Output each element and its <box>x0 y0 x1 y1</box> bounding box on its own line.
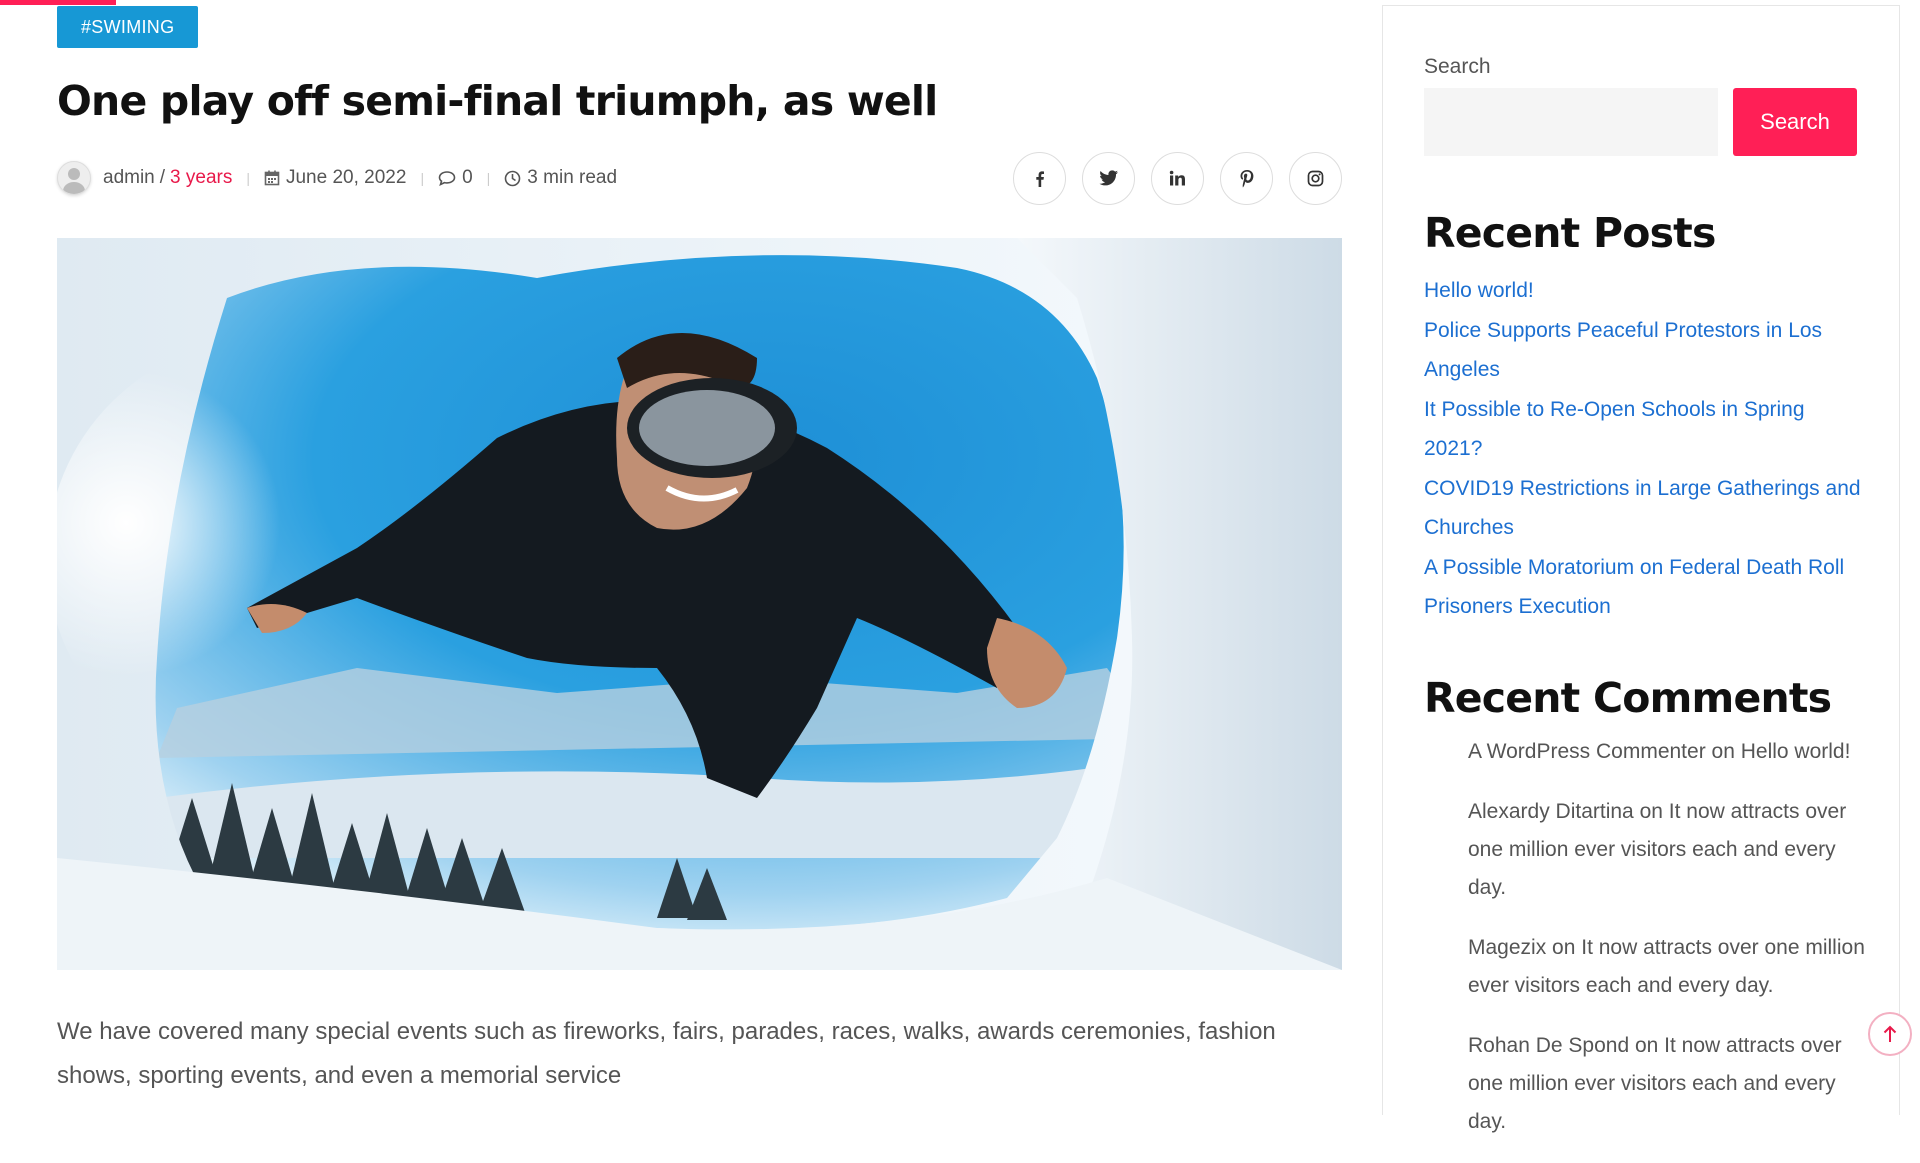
linkedin-share-button[interactable] <box>1151 152 1204 205</box>
comment-on: on <box>1634 1034 1659 1057</box>
recent-comment-item: A WordPress Commenter on Hello world! <box>1468 733 1868 771</box>
recent-comments-title: Recent Comments <box>1424 674 1832 722</box>
author-avatar[interactable] <box>57 161 91 195</box>
facebook-icon <box>1035 170 1044 187</box>
recent-post-link[interactable]: A Possible Moratorium on Federal Death R… <box>1424 556 1844 619</box>
article-title: One play off semi-final triumph, as well <box>57 77 938 125</box>
post-age: 3 years <box>170 167 233 188</box>
article-meta: admin / 3 years | June 20, 2022 | 0 | 3 … <box>57 160 617 196</box>
comment-on: on <box>1711 740 1735 763</box>
share-buttons <box>1013 152 1342 205</box>
comment-author[interactable]: Rohan De Spond <box>1468 1034 1629 1057</box>
recent-post-link[interactable]: Police Supports Peaceful Protestors in L… <box>1424 319 1822 382</box>
back-to-top-button[interactable] <box>1868 1012 1912 1056</box>
recent-post-item: A Possible Moratorium on Federal Death R… <box>1424 548 1864 627</box>
author-separator: / <box>159 167 166 188</box>
recent-post-link[interactable]: COVID19 Restrictions in Large Gatherings… <box>1424 477 1861 540</box>
comment-author[interactable]: Alexardy Ditartina <box>1468 800 1634 823</box>
meta-divider: | <box>420 170 425 186</box>
pinterest-icon <box>1240 170 1253 188</box>
meta-divider: | <box>486 170 491 186</box>
search-button[interactable]: Search <box>1733 88 1857 156</box>
recent-post-item: COVID19 Restrictions in Large Gatherings… <box>1424 469 1864 548</box>
pinterest-share-button[interactable] <box>1220 152 1273 205</box>
arrow-up-icon <box>1883 1025 1897 1042</box>
comment-author[interactable]: A WordPress Commenter <box>1468 740 1706 763</box>
twitter-icon <box>1099 170 1118 186</box>
comment-count[interactable]: 0 <box>462 167 473 189</box>
post-date[interactable]: June 20, 2022 <box>286 167 406 189</box>
featured-image <box>57 238 1342 970</box>
recent-comment-item: Alexardy Ditartina on It now attracts ov… <box>1468 793 1868 907</box>
recent-post-link[interactable]: Hello world! <box>1424 279 1534 302</box>
facebook-share-button[interactable] <box>1013 152 1066 205</box>
sidebar: Search Search Recent Posts Hello world! … <box>1382 5 1900 1133</box>
article-excerpt: We have covered many special events such… <box>57 1018 1276 1089</box>
comment-icon <box>438 170 456 186</box>
category-tag[interactable]: #SWIMING <box>57 6 199 48</box>
recent-comment-item: Magezix on It now attracts over one mill… <box>1468 929 1868 1005</box>
linkedin-icon <box>1169 170 1185 186</box>
author-name[interactable]: admin <box>103 167 155 189</box>
comment-author[interactable]: Magezix <box>1468 936 1546 959</box>
instagram-share-button[interactable] <box>1289 152 1342 205</box>
recent-post-item: It Possible to Re-Open Schools in Spring… <box>1424 390 1864 469</box>
read-time: 3 min read <box>527 167 618 188</box>
comment-on: on <box>1552 936 1576 959</box>
recent-post-item: Police Supports Peaceful Protestors in L… <box>1424 311 1864 390</box>
meta-divider: | <box>246 170 250 186</box>
recent-posts-list: Hello world! Police Supports Peaceful Pr… <box>1424 271 1864 627</box>
recent-post-item: Hello world! <box>1424 271 1864 311</box>
calendar-icon <box>264 170 280 186</box>
recent-comment-item: Rohan De Spond on It now attracts over o… <box>1468 1027 1868 1141</box>
twitter-share-button[interactable] <box>1082 152 1135 205</box>
recent-posts-title: Recent Posts <box>1424 209 1716 257</box>
clock-icon <box>504 170 521 187</box>
reading-progress-bar <box>0 0 116 5</box>
instagram-icon <box>1307 170 1324 187</box>
recent-comments-list: A WordPress Commenter on Hello world! Al… <box>1468 733 1868 1163</box>
recent-post-link[interactable]: It Possible to Re-Open Schools in Spring… <box>1424 398 1805 461</box>
comment-on: on <box>1639 800 1663 823</box>
comment-post-link[interactable]: Hello world! <box>1741 740 1851 763</box>
search-input[interactable] <box>1424 88 1718 156</box>
search-label: Search <box>1424 55 1491 78</box>
